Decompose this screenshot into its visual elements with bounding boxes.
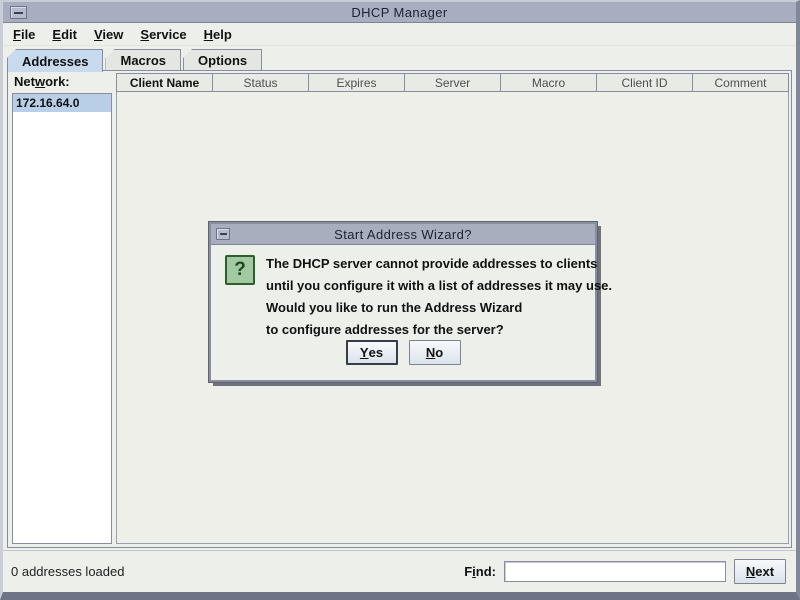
column-header-server[interactable]: Server	[405, 73, 501, 92]
dialog-message-line: until you configure it with a list of ad…	[266, 278, 613, 293]
network-list[interactable]: 172.16.64.0	[12, 93, 112, 544]
window-titlebar[interactable]: DHCP Manager	[3, 2, 796, 23]
dialog-button-row: Yes No	[211, 340, 595, 365]
find-label: Find:	[464, 564, 496, 579]
status-bar: 0 addresses loaded Find: Next	[3, 550, 796, 592]
minimize-dash-icon	[14, 11, 23, 14]
column-header-client-name[interactable]: Client Name	[116, 73, 213, 92]
status-message: 0 addresses loaded	[11, 564, 125, 579]
column-header-status[interactable]: Status	[213, 73, 309, 92]
dialog-message-line: to configure addresses for the server?	[266, 322, 504, 337]
dialog-message: The DHCP server cannot provide addresses…	[266, 253, 613, 341]
dialog-message-line: Would you like to run the Address Wizard	[266, 300, 523, 315]
start-address-wizard-dialog: Start Address Wizard? ? The DHCP server …	[208, 221, 613, 383]
network-list-item[interactable]: 172.16.64.0	[13, 94, 111, 112]
window-title: DHCP Manager	[351, 4, 448, 20]
dhcp-manager-window: DHCP Manager File Edit View Service Help…	[0, 0, 800, 600]
dialog-message-line: The DHCP server cannot provide addresses…	[266, 256, 598, 271]
dialog-menu-icon[interactable]	[216, 228, 230, 240]
tab-macros[interactable]: Macros	[105, 49, 182, 71]
find-input[interactable]	[504, 561, 726, 582]
menu-help[interactable]: Help	[204, 27, 232, 42]
tab-options[interactable]: Options	[183, 49, 263, 71]
table-header-row: Client Name Status Expires Server Macro …	[116, 73, 789, 92]
menu-file[interactable]: File	[13, 27, 35, 42]
column-header-expires[interactable]: Expires	[309, 73, 405, 92]
column-header-macro[interactable]: Macro	[501, 73, 597, 92]
no-button[interactable]: No	[408, 340, 461, 365]
menu-bar: File Edit View Service Help	[3, 24, 796, 46]
tab-bar: Addresses Macros Options	[7, 48, 792, 72]
dialog-title: Start Address Wizard?	[334, 226, 472, 242]
find-group: Find: Next	[464, 559, 786, 584]
column-header-comment[interactable]: Comment	[693, 73, 789, 92]
yes-button[interactable]: Yes	[345, 340, 398, 365]
network-label: Network:	[14, 74, 70, 89]
column-header-client-id[interactable]: Client ID	[597, 73, 693, 92]
minimize-dash-icon	[219, 233, 227, 235]
tab-addresses[interactable]: Addresses	[7, 49, 104, 72]
window-menu-icon[interactable]	[10, 6, 27, 19]
question-icon: ?	[225, 255, 255, 285]
menu-view[interactable]: View	[94, 27, 123, 42]
menu-service[interactable]: Service	[140, 27, 186, 42]
next-button[interactable]: Next	[734, 559, 786, 584]
menu-edit[interactable]: Edit	[52, 27, 77, 42]
dialog-titlebar[interactable]: Start Address Wizard?	[211, 224, 595, 245]
